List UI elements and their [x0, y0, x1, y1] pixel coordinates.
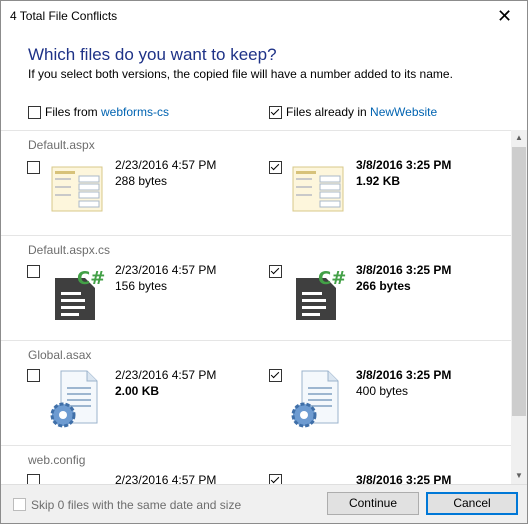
dialog-footer: Skip 0 files with the same date and size…	[1, 484, 527, 523]
scroll-thumb[interactable]	[512, 147, 526, 416]
destination-folder-link[interactable]: NewWebsite	[370, 105, 437, 119]
source-file-info: 2/23/2016 4:57 PM 2.00 KB	[115, 367, 216, 399]
source-column-label: Files from webforms-cs	[45, 105, 169, 119]
destination-size: 266 bytes	[356, 279, 411, 293]
keep-destination-checkbox[interactable]	[269, 369, 282, 382]
settings-file-icon[interactable]	[288, 367, 344, 428]
svg-text:C#: C#	[77, 268, 105, 289]
skip-same-files-label: Skip 0 files with the same date and size	[31, 498, 242, 512]
vertical-scrollbar[interactable]: ▲ ▼	[511, 130, 527, 484]
dialog-heading: Which files do you want to keep?	[28, 45, 277, 64]
keep-destination-checkbox[interactable]	[269, 161, 282, 174]
cancel-button[interactable]: Cancel	[426, 492, 518, 515]
source-date: 2/23/2016 4:57 PM	[115, 263, 217, 277]
destination-date: 3/8/2016 3:25 PM	[356, 263, 452, 277]
scroll-up-arrow-icon[interactable]: ▲	[511, 130, 527, 146]
close-icon[interactable]: ✕	[482, 1, 527, 31]
source-date: 2/23/2016 4:57 PM	[115, 368, 217, 382]
keep-source-checkbox[interactable]	[27, 369, 40, 382]
destination-file-info: 3/8/2016 3:25 PM 266 bytes	[356, 262, 451, 294]
continue-button[interactable]: Continue	[327, 492, 419, 515]
conflict-row: Global.asax 2/23/2016 4:57 PM 2.00 KB 3/…	[1, 341, 511, 446]
dialog-subtext: If you select both versions, the copied …	[28, 67, 453, 81]
csharp-file-icon[interactable]: C#	[49, 264, 105, 320]
source-size: 156 bytes	[115, 279, 168, 293]
destination-size: 400 bytes	[356, 384, 409, 398]
source-file-info: 2/23/2016 4:57 PM 156 bytes	[115, 262, 216, 294]
destination-date: 3/8/2016 3:25 PM	[356, 368, 452, 382]
aspx-form-icon[interactable]	[49, 161, 105, 217]
file-name: web.config	[28, 453, 86, 467]
svg-text:C#: C#	[318, 268, 346, 289]
destination-date: 3/8/2016 3:25 PM	[356, 158, 452, 172]
source-size: 2.00 KB	[115, 384, 160, 398]
keep-source-checkbox[interactable]	[27, 161, 40, 174]
file-name: Default.aspx	[28, 138, 95, 152]
csharp-file-icon[interactable]: C#	[290, 264, 346, 320]
source-folder-link[interactable]: webforms-cs	[101, 105, 169, 119]
destination-file-info: 3/8/2016 3:25 PM 1.92 KB	[356, 157, 451, 189]
conflict-row: web.config 2/23/2016 4:57 PM 3/8/2016 3:…	[1, 446, 511, 485]
file-name: Global.asax	[28, 348, 92, 362]
scroll-down-arrow-icon[interactable]: ▼	[511, 468, 527, 484]
conflict-list: Default.aspx 2/23/2016 4:57 PM 288 bytes…	[1, 130, 511, 485]
conflict-row: Default.aspx 2/23/2016 4:57 PM 288 bytes…	[1, 131, 511, 236]
aspx-form-icon[interactable]	[290, 161, 346, 217]
destination-size: 1.92 KB	[356, 174, 401, 188]
source-date: 2/23/2016 4:57 PM	[115, 158, 217, 172]
source-size: 288 bytes	[115, 174, 168, 188]
skip-same-files-checkbox[interactable]	[13, 498, 26, 511]
keep-source-checkbox[interactable]	[27, 265, 40, 278]
file-conflicts-dialog: 4 Total File Conflicts ✕ Which files do …	[0, 0, 528, 524]
file-name: Default.aspx.cs	[28, 243, 111, 257]
conflict-row: Default.aspx.cs C# 2/23/2016 4:57 PM 156…	[1, 236, 511, 341]
source-file-info: 2/23/2016 4:57 PM 288 bytes	[115, 157, 216, 189]
title-bar: 4 Total File Conflicts ✕	[1, 1, 527, 31]
destination-file-info: 3/8/2016 3:25 PM 400 bytes	[356, 367, 451, 399]
select-all-destination-checkbox[interactable]	[269, 106, 282, 119]
settings-file-icon[interactable]	[47, 367, 103, 428]
keep-destination-checkbox[interactable]	[269, 265, 282, 278]
window-title: 4 Total File Conflicts	[10, 9, 118, 23]
destination-prefix: Files already in	[286, 105, 371, 119]
source-prefix: Files from	[45, 105, 102, 119]
destination-column-label: Files already in NewWebsite	[286, 105, 437, 119]
select-all-source-checkbox[interactable]	[28, 106, 41, 119]
